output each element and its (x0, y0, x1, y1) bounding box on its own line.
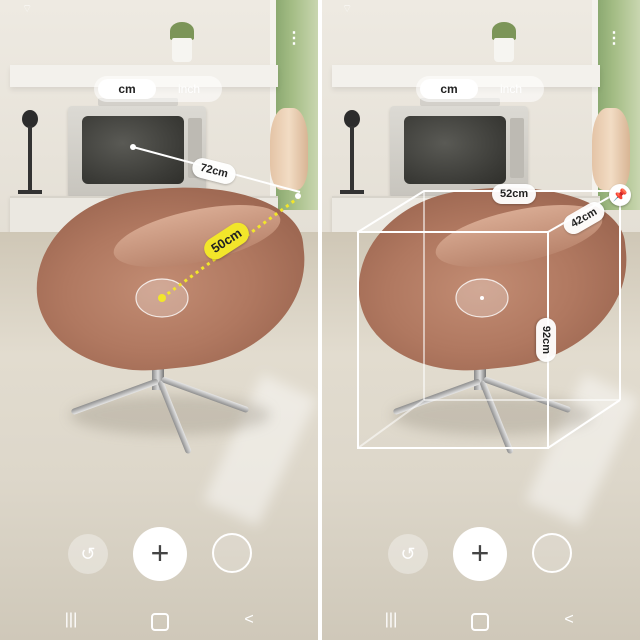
recent-apps-icon[interactable]: ||| (376, 608, 406, 632)
add-button[interactable]: + (133, 527, 187, 581)
measurement-label-height[interactable]: 92cm (536, 317, 557, 363)
unit-option-inch[interactable]: inch (160, 79, 218, 99)
wifi-icon: ⌔ (342, 3, 353, 15)
unit-toggle[interactable]: cm inch (94, 76, 222, 102)
measurement-label-width[interactable]: 52cm (492, 184, 537, 204)
unit-toggle[interactable]: cm inch (416, 76, 544, 102)
unit-option-cm[interactable]: cm (420, 79, 478, 99)
measure-point (295, 193, 301, 199)
unit-option-cm[interactable]: cm (98, 79, 156, 99)
unit-option-inch[interactable]: inch (482, 79, 540, 99)
home-icon[interactable] (151, 613, 169, 631)
camera-view-right[interactable]: 52cm 42cm 92cm 📌 ⌔ ⋮ cm inch ↺ + ||| < (322, 0, 640, 640)
back-icon[interactable]: < (554, 608, 584, 632)
measure-point (130, 144, 136, 150)
home-icon[interactable] (471, 613, 489, 631)
active-measure-point (158, 294, 166, 302)
wifi-icon: ⌔ (22, 3, 33, 15)
back-icon[interactable]: < (234, 608, 264, 632)
reset-icon[interactable]: ↺ (388, 534, 428, 574)
shape-circle-icon[interactable] (212, 533, 252, 573)
add-button[interactable]: + (453, 527, 507, 581)
reset-icon[interactable]: ↺ (68, 534, 108, 574)
pin-icon[interactable]: 📌 (609, 184, 631, 206)
more-vertical-icon[interactable]: ⋮ (286, 31, 302, 54)
recent-apps-icon[interactable]: ||| (56, 608, 86, 632)
more-vertical-icon[interactable]: ⋮ (606, 31, 622, 54)
shape-circle-icon[interactable] (532, 533, 572, 573)
camera-view-left[interactable]: 72cm 50cm ⌔ ⋮ cm inch ↺ + ||| < (0, 0, 318, 640)
